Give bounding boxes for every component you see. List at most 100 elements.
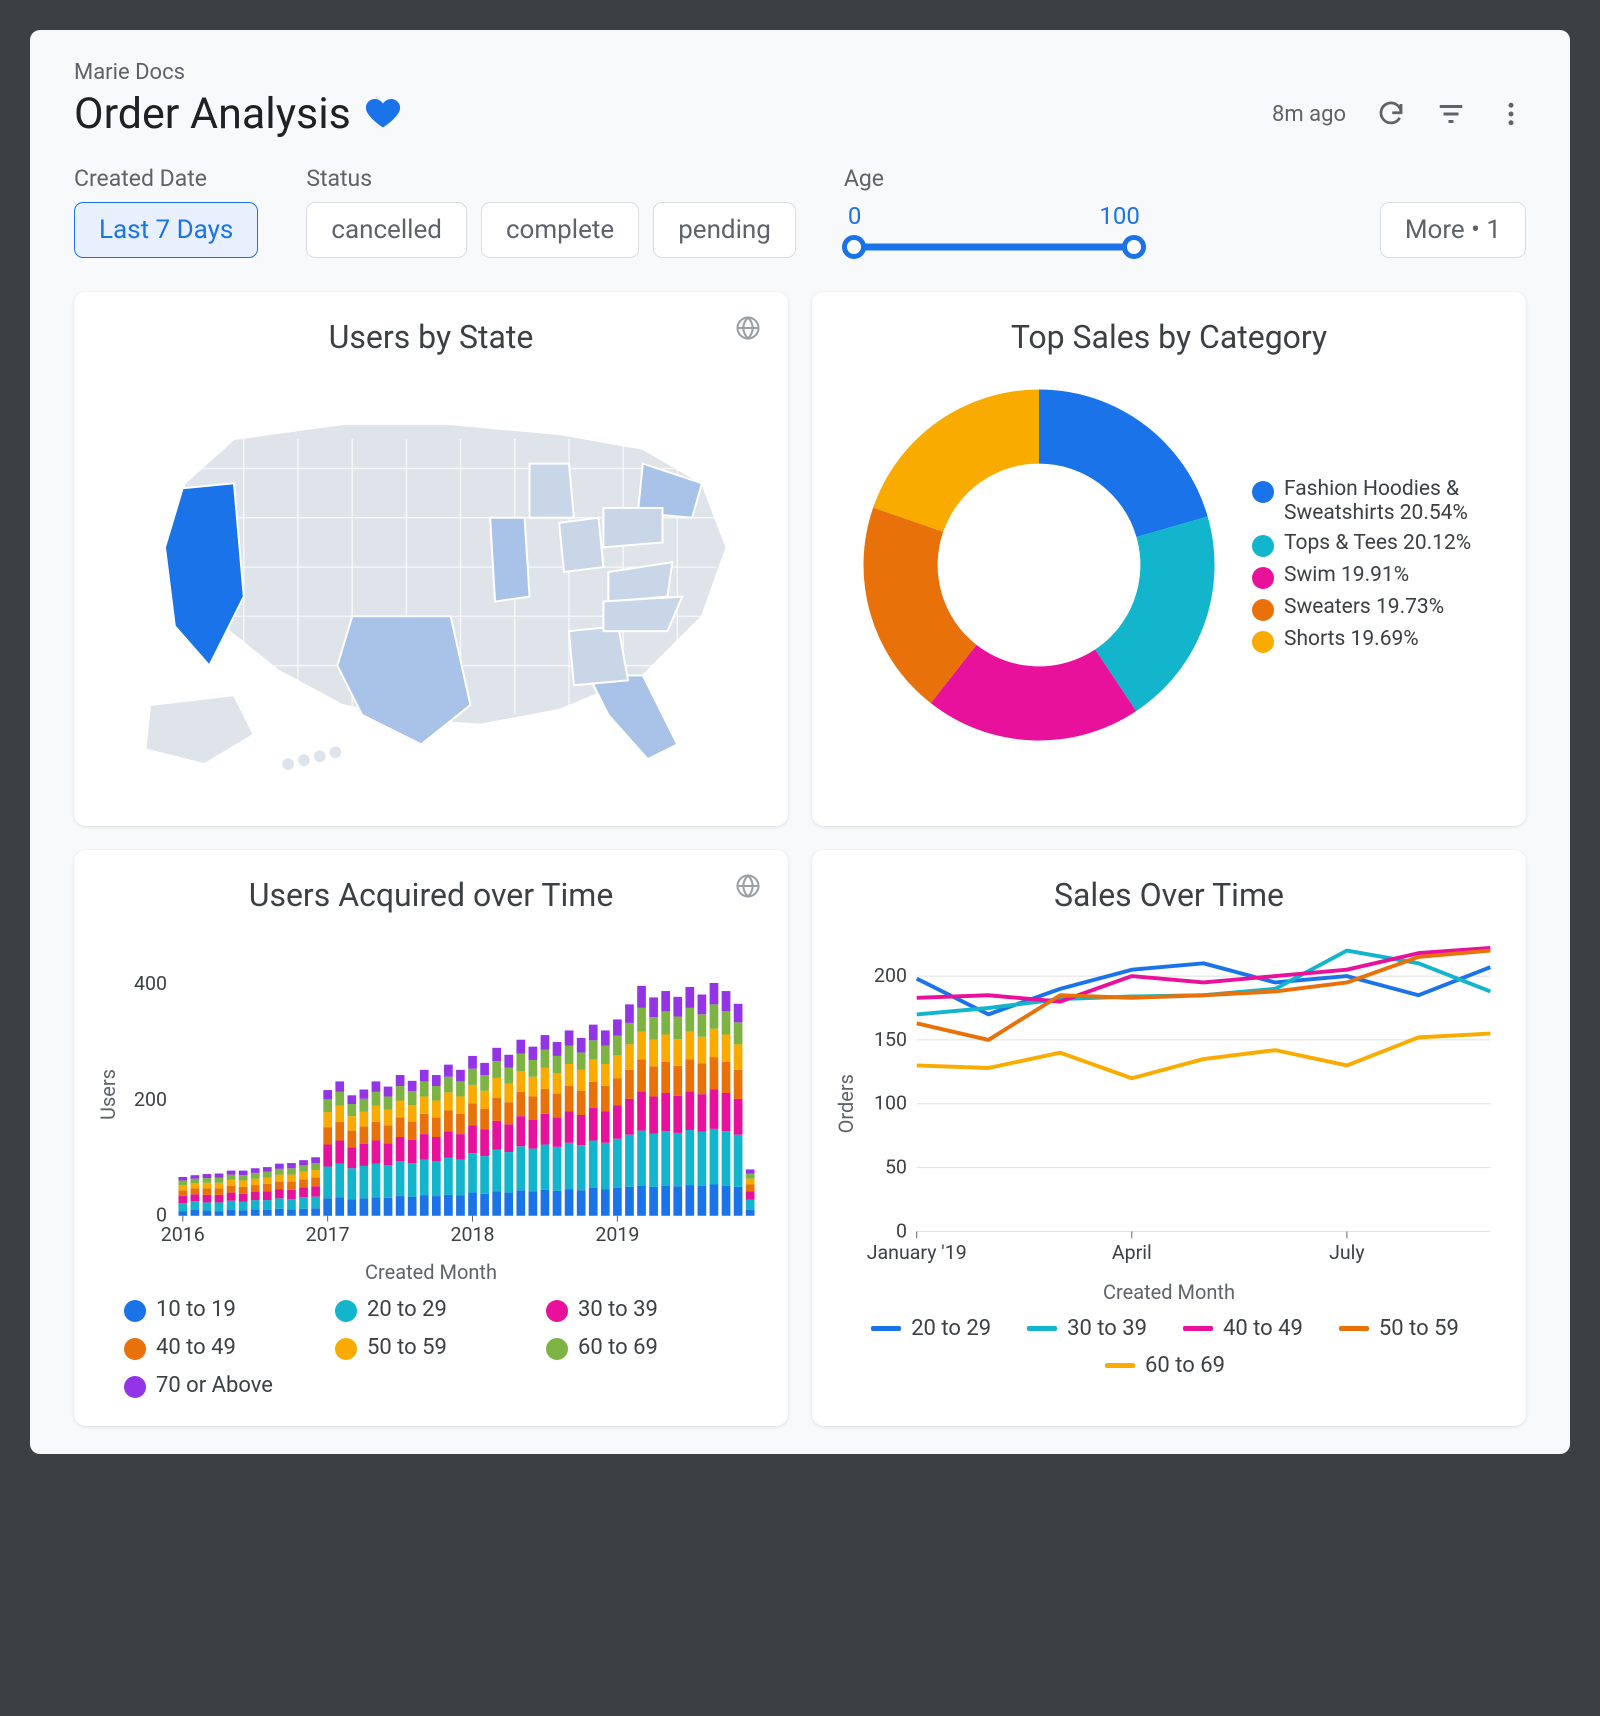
svg-text:2019: 2019: [595, 1223, 639, 1246]
legend-text: 60 to 69: [1145, 1353, 1225, 1378]
svg-text:2017: 2017: [306, 1223, 350, 1246]
legend-text: 30 to 39: [1067, 1316, 1147, 1341]
legend-text: Shorts 19.69%: [1284, 627, 1419, 651]
chip-cancelled[interactable]: cancelled: [306, 202, 467, 258]
filter-label: Created Date: [74, 165, 258, 192]
legend-item: Swim 19.91%: [1252, 563, 1504, 589]
legend-line-icon: [1339, 1326, 1369, 1331]
legend-dot-icon: [1252, 481, 1274, 503]
chip-last-7-days[interactable]: Last 7 Days: [74, 202, 258, 258]
dashboard-page: Marie Docs Order Analysis 8m ago: [30, 30, 1570, 1454]
legend-text: Fashion Hoodies & Sweatshirts 20.54%: [1284, 477, 1504, 525]
legend-dot-icon: [546, 1338, 568, 1360]
legend-dot-icon: [1252, 535, 1274, 557]
legend-text: 20 to 29: [911, 1316, 991, 1341]
legend-dot-icon: [546, 1300, 568, 1322]
svg-text:200: 200: [134, 1087, 167, 1110]
legend-item: 40 to 49: [1183, 1316, 1303, 1341]
legend-dot-icon: [1252, 567, 1274, 589]
legend-item: Sweaters 19.73%: [1252, 595, 1504, 621]
filter-icon[interactable]: [1436, 99, 1466, 129]
refresh-icon[interactable]: [1376, 99, 1406, 129]
legend-line-icon: [1105, 1363, 1135, 1368]
legend-dot-icon: [335, 1338, 357, 1360]
globe-icon[interactable]: [734, 314, 762, 342]
legend-text: 20 to 29: [367, 1297, 447, 1322]
page-header: Marie Docs Order Analysis 8m ago: [30, 54, 1570, 139]
legend-text: 10 to 19: [156, 1297, 236, 1322]
legend-dot-icon: [124, 1338, 146, 1360]
svg-text:400: 400: [134, 972, 167, 995]
age-max: 100: [1099, 202, 1139, 230]
favorite-heart-icon[interactable]: [365, 96, 401, 132]
legend-item: Tops & Tees 20.12%: [1252, 531, 1504, 557]
legend-dot-icon: [1252, 631, 1274, 653]
y-axis-label: Orders: [834, 1074, 858, 1133]
donut-chart[interactable]: [844, 370, 1234, 760]
legend-item: 10 to 19: [124, 1296, 299, 1322]
legend-text: Sweaters 19.73%: [1284, 595, 1444, 619]
card-users-acquired-over-time: Users Acquired over Time Users 020040020…: [74, 850, 788, 1427]
legend-line-icon: [1027, 1326, 1057, 1331]
legend-item: 30 to 39: [1027, 1316, 1147, 1341]
line-chart[interactable]: 050100150200January '19AprilJuly: [858, 928, 1504, 1280]
card-title: Top Sales by Category: [834, 318, 1504, 356]
legend-text: 40 to 49: [1223, 1316, 1303, 1341]
legend-line-icon: [1183, 1326, 1213, 1331]
chip-complete[interactable]: complete: [481, 202, 639, 258]
legend-dot-icon: [124, 1376, 146, 1398]
legend-item: 20 to 29: [871, 1316, 991, 1341]
legend-item: 50 to 59: [1339, 1316, 1459, 1341]
legend-item: 40 to 49: [124, 1334, 299, 1360]
slider-handle-max[interactable]: [1122, 235, 1146, 259]
breadcrumb[interactable]: Marie Docs: [74, 60, 1526, 85]
card-top-sales-by-category: Top Sales by Category Fashion Hoodies & …: [812, 292, 1526, 826]
legend-text: 50 to 59: [1379, 1316, 1459, 1341]
legend-text: 30 to 39: [578, 1297, 658, 1322]
line-chart-legend: 20 to 29 30 to 39 40 to 49 50 to 59 60 to 69: [834, 1304, 1504, 1380]
filter-created-date: Created Date Last 7 Days: [74, 165, 258, 258]
x-axis-label: Created Month: [834, 1280, 1504, 1304]
svg-text:50: 50: [885, 1155, 907, 1178]
globe-icon[interactable]: [734, 872, 762, 900]
x-axis-label: Created Month: [96, 1260, 766, 1284]
legend-text: 60 to 69: [578, 1335, 658, 1360]
age-slider[interactable]: [844, 234, 1144, 260]
page-title: Order Analysis: [74, 89, 351, 139]
svg-text:2016: 2016: [161, 1223, 205, 1246]
svg-text:July: July: [1329, 1240, 1365, 1263]
chip-pending[interactable]: pending: [653, 202, 796, 258]
legend-text: Swim 19.91%: [1284, 563, 1409, 587]
svg-text:200: 200: [874, 964, 907, 987]
svg-text:2018: 2018: [451, 1223, 495, 1246]
card-title: Sales Over Time: [834, 876, 1504, 914]
legend-item: 20 to 29: [335, 1296, 510, 1322]
legend-text: 70 or Above: [156, 1373, 273, 1398]
more-filters-button[interactable]: More • 1: [1380, 202, 1526, 258]
filter-label: Status: [306, 165, 796, 192]
svg-text:April: April: [1112, 1240, 1152, 1263]
card-title: Users Acquired over Time: [96, 876, 766, 914]
legend-dot-icon: [335, 1300, 357, 1322]
dashboard-grid: Users by State Top Sales by Category Fas…: [30, 292, 1570, 1426]
slider-handle-min[interactable]: [842, 235, 866, 259]
legend-line-icon: [871, 1326, 901, 1331]
legend-dot-icon: [124, 1300, 146, 1322]
filter-status: Status cancelled complete pending: [306, 165, 796, 258]
svg-text:100: 100: [874, 1091, 907, 1114]
legend-text: Tops & Tees 20.12%: [1284, 531, 1471, 555]
us-choropleth-map[interactable]: [96, 370, 766, 794]
age-min: 0: [848, 202, 862, 230]
legend-item: Shorts 19.69%: [1252, 627, 1504, 653]
card-sales-over-time: Sales Over Time Orders 050100150200Janua…: [812, 850, 1526, 1427]
legend-item: 30 to 39: [546, 1296, 721, 1322]
kebab-menu-icon[interactable]: [1496, 99, 1526, 129]
filter-bar: Created Date Last 7 Days Status cancelle…: [30, 139, 1570, 292]
donut-legend: Fashion Hoodies & Sweatshirts 20.54% Tops…: [1252, 471, 1504, 659]
legend-item: 60 to 69: [546, 1334, 721, 1360]
stacked-bar-chart[interactable]: 02004002016201720182019: [120, 928, 766, 1261]
legend-item: 60 to 69: [1105, 1353, 1225, 1378]
legend-item: 70 or Above: [124, 1372, 299, 1398]
last-updated-timestamp: 8m ago: [1272, 102, 1346, 127]
card-title: Users by State: [96, 318, 766, 356]
